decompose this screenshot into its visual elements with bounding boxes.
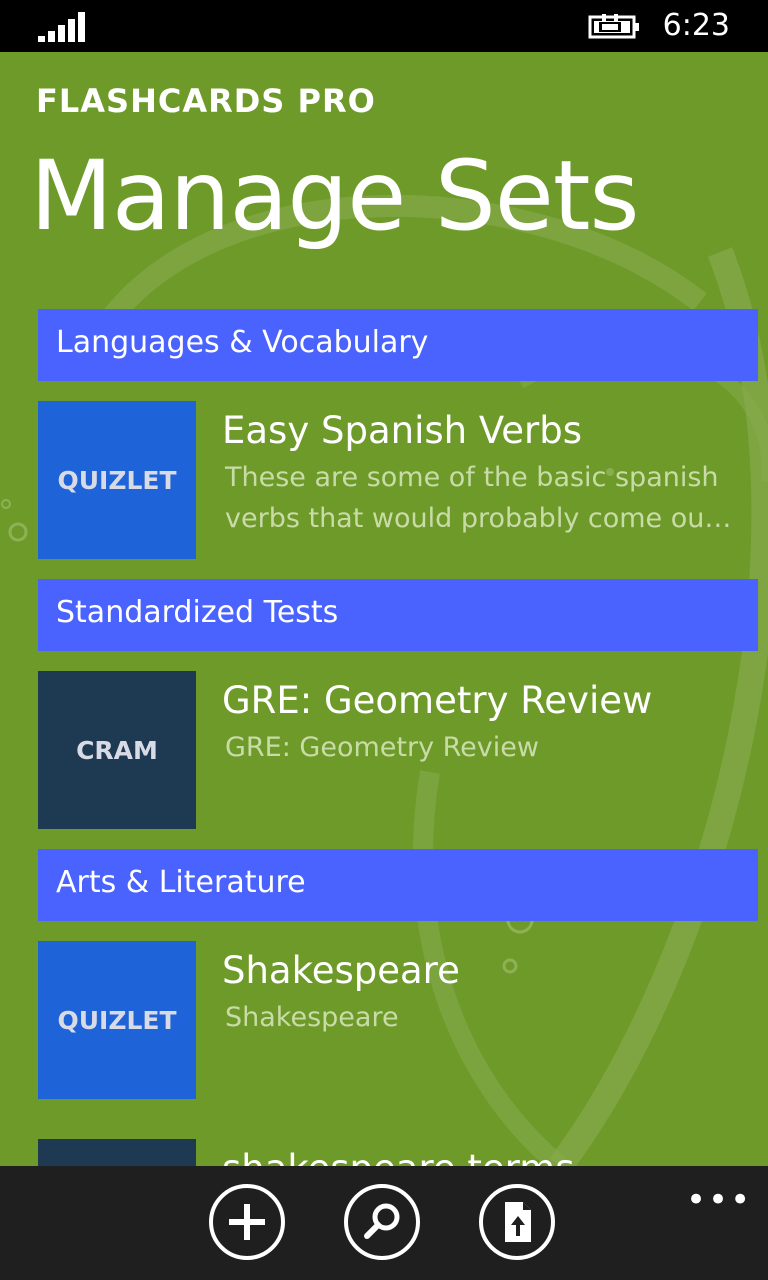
set-description: GRE: Geometry Review [225, 727, 745, 768]
set-title: shakespeare terms [222, 1147, 575, 1166]
set-item[interactable]: CRAM GRE: Geometry Review GRE: Geometry … [38, 671, 758, 829]
import-button[interactable] [479, 1184, 555, 1260]
add-button[interactable] [209, 1184, 285, 1260]
search-button[interactable] [344, 1184, 420, 1260]
set-description: These are some of the basic spanish verb… [225, 457, 745, 539]
quizlet-tile: QUIZLET [38, 941, 196, 1099]
import-icon [505, 1202, 531, 1242]
app-content[interactable]: FLASHCARDS PRO Manage Sets Languages & V… [0, 52, 768, 1166]
set-description-line: Shakespeare [225, 1002, 399, 1033]
app-bar: ••• [0, 1166, 768, 1280]
cram-tile: CRAM [38, 671, 196, 829]
status-bar: 6:23 [0, 0, 768, 52]
set-description-line: These are some of the basic spanish [225, 462, 719, 493]
set-title: Shakespeare [222, 949, 460, 992]
category-header-standardized-tests[interactable]: Standardized Tests [38, 579, 758, 651]
set-description: Shakespeare [225, 997, 745, 1038]
set-item[interactable]: QUIZLET Easy Spanish Verbs These are som… [38, 401, 758, 559]
category-header-arts-literature[interactable]: Arts & Literature [38, 849, 758, 921]
cram-tile [38, 1139, 196, 1166]
set-title: GRE: Geometry Review [222, 679, 653, 722]
set-item[interactable]: shakespeare terms [38, 1139, 758, 1166]
more-options-button[interactable]: ••• [686, 1180, 752, 1220]
battery-charging-icon [588, 14, 639, 39]
add-icon [229, 1204, 265, 1240]
signal-strength-icon [38, 12, 85, 42]
category-header-languages[interactable]: Languages & Vocabulary [38, 309, 758, 381]
set-description-line: GRE: Geometry Review [225, 732, 539, 763]
search-icon [364, 1203, 400, 1239]
set-title: Easy Spanish Verbs [222, 409, 583, 452]
set-item[interactable]: QUIZLET Shakespeare Shakespeare [38, 941, 758, 1099]
quizlet-tile: QUIZLET [38, 401, 196, 559]
page-title: Manage Sets [30, 140, 639, 252]
set-description-line: verbs that would probably come out on an… [225, 503, 735, 534]
clock: 6:23 [662, 8, 730, 43]
app-name: FLASHCARDS PRO [36, 82, 376, 120]
